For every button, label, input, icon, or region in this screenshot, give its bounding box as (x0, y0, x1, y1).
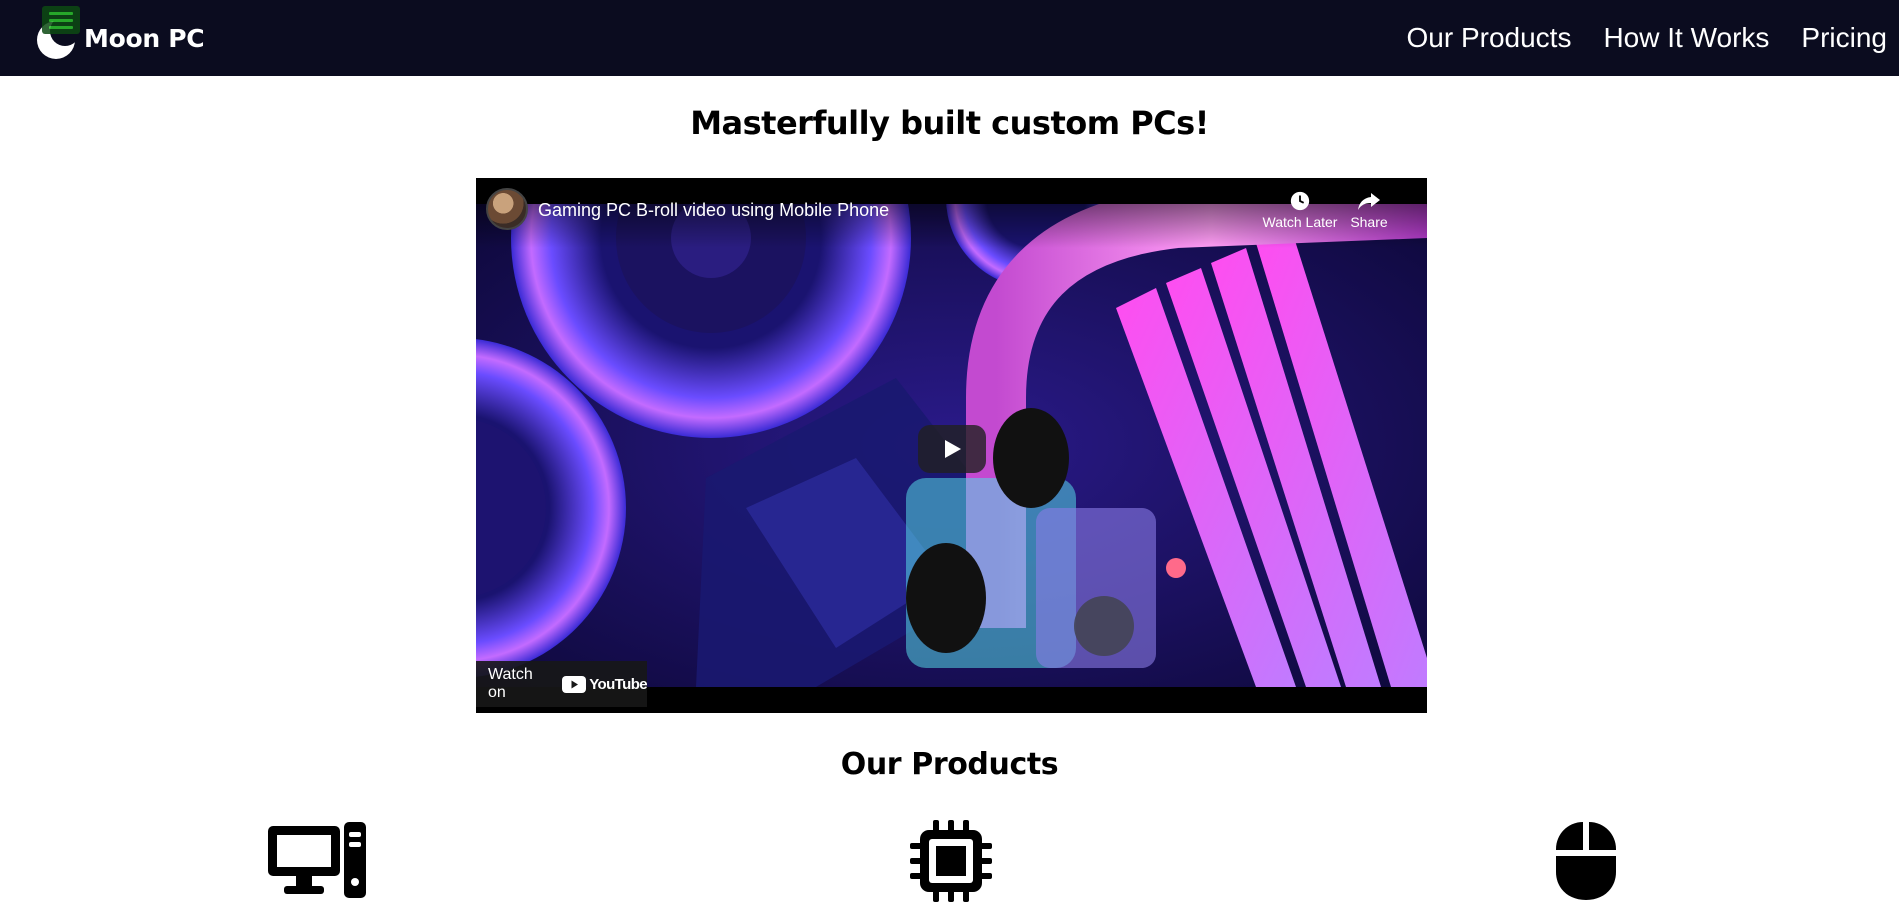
youtube-wordmark: YouTube (589, 675, 647, 693)
channel-avatar[interactable] (486, 188, 528, 230)
nav-link-how-it-works[interactable]: How It Works (1603, 22, 1769, 54)
video-player[interactable]: Gaming PC B-roll video using Mobile Phon… (476, 178, 1427, 713)
product-desktop[interactable] (266, 820, 368, 904)
product-cpu[interactable] (910, 820, 992, 906)
desktop-computer-icon (268, 822, 366, 898)
hamburger-menu-icon[interactable] (42, 6, 80, 34)
clock-icon (1290, 191, 1310, 211)
share-button[interactable]: Share (1334, 190, 1404, 230)
video-title[interactable]: Gaming PC B-roll video using Mobile Phon… (538, 200, 889, 221)
computer-mouse-icon (1556, 822, 1616, 900)
cpu-chip-icon (910, 820, 992, 902)
share-label: Share (1350, 214, 1388, 230)
share-arrow-icon (1358, 193, 1380, 210)
play-icon (945, 440, 961, 458)
brand-name: Moon PC (84, 23, 205, 53)
watch-on-youtube-link[interactable]: Watch on YouTube (476, 661, 648, 707)
brand[interactable]: Moon PC (34, 0, 205, 76)
products-section-title: Our Products (840, 747, 1059, 782)
play-button[interactable] (918, 425, 986, 473)
watch-on-label: Watch on (488, 666, 533, 701)
main-nav: Our Products How It Works Pricing (1375, 22, 1888, 54)
youtube-play-icon (562, 675, 587, 693)
nav-link-our-products[interactable]: Our Products (1407, 22, 1572, 54)
page-title: Masterfully built custom PCs! (690, 104, 1209, 142)
nav-link-pricing[interactable]: Pricing (1801, 22, 1887, 54)
site-header: Moon PC Our Products How It Works Pricin… (0, 0, 1899, 76)
product-mouse[interactable] (1554, 820, 1618, 906)
youtube-logo: YouTube (562, 675, 648, 693)
